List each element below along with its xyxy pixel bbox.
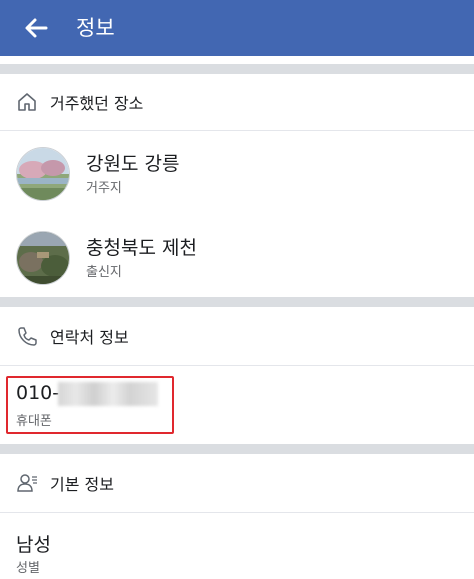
- contact-section-header: 연락처 정보: [0, 307, 474, 366]
- place-type: 거주지: [86, 181, 122, 196]
- person-icon: [17, 474, 37, 492]
- place-photo-jecheon: [16, 231, 70, 285]
- section-divider: [0, 64, 474, 74]
- gender-value: 남성: [16, 534, 51, 556]
- place-name: 충청북도 제천: [86, 237, 197, 259]
- place-type: 출신지: [86, 265, 122, 280]
- places-section-header: 거주했던 장소: [0, 74, 474, 131]
- highlight-box: [6, 376, 174, 434]
- places-section-heading: 거주했던 장소: [50, 94, 144, 113]
- basic-info-section-heading: 기본 정보: [50, 475, 114, 494]
- place-item-jecheon[interactable]: 충청북도 제천 출신지: [0, 215, 474, 299]
- basic-info-section-header: 기본 정보: [0, 454, 474, 513]
- contact-section-heading: 연락처 정보: [50, 328, 129, 347]
- place-item-gangneung[interactable]: 강원도 강릉 거주지: [0, 131, 474, 215]
- home-icon: [18, 93, 36, 111]
- section-divider: [0, 297, 474, 307]
- back-arrow-icon[interactable]: [22, 14, 50, 42]
- section-divider: [0, 444, 474, 454]
- page-title: 정보: [76, 16, 115, 40]
- gender-label: 성별: [16, 561, 40, 576]
- place-name: 강원도 강릉: [86, 153, 180, 175]
- phone-icon: [18, 327, 37, 346]
- place-photo-gangneung: [16, 147, 70, 201]
- app-bar: 정보: [0, 0, 474, 56]
